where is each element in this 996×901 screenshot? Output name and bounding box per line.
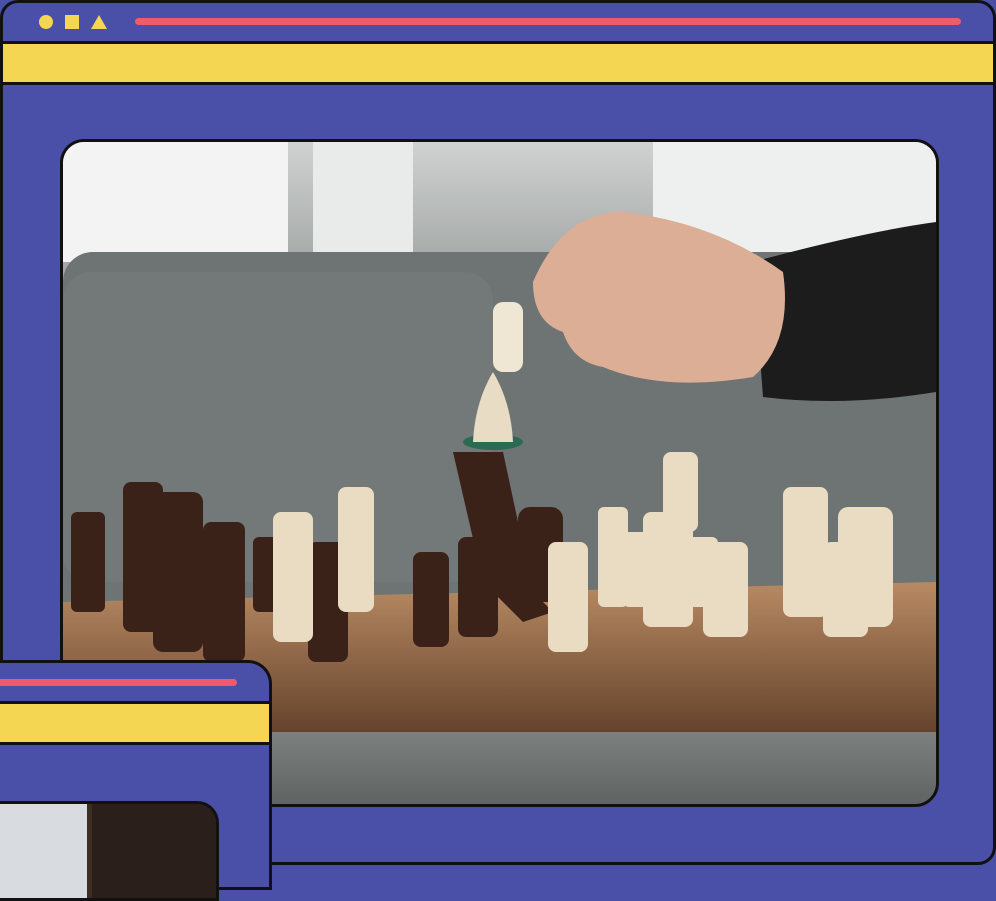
triangle-icon[interactable] <box>91 15 107 29</box>
secondary-toolbar <box>0 704 269 745</box>
window-titlebar <box>3 3 993 44</box>
secondary-window <box>0 660 272 901</box>
circle-icon[interactable] <box>39 15 53 29</box>
title-accent-bar <box>135 18 961 25</box>
secondary-photo-scene <box>0 804 216 898</box>
window-toolbar <box>3 44 993 85</box>
square-icon[interactable] <box>65 15 79 29</box>
window-light-left <box>63 142 288 262</box>
secondary-titlebar <box>0 663 269 704</box>
white-king-held <box>493 302 523 372</box>
secondary-accent-bar <box>0 679 237 686</box>
secondary-photo <box>0 801 219 901</box>
window-light-mid <box>313 142 413 252</box>
